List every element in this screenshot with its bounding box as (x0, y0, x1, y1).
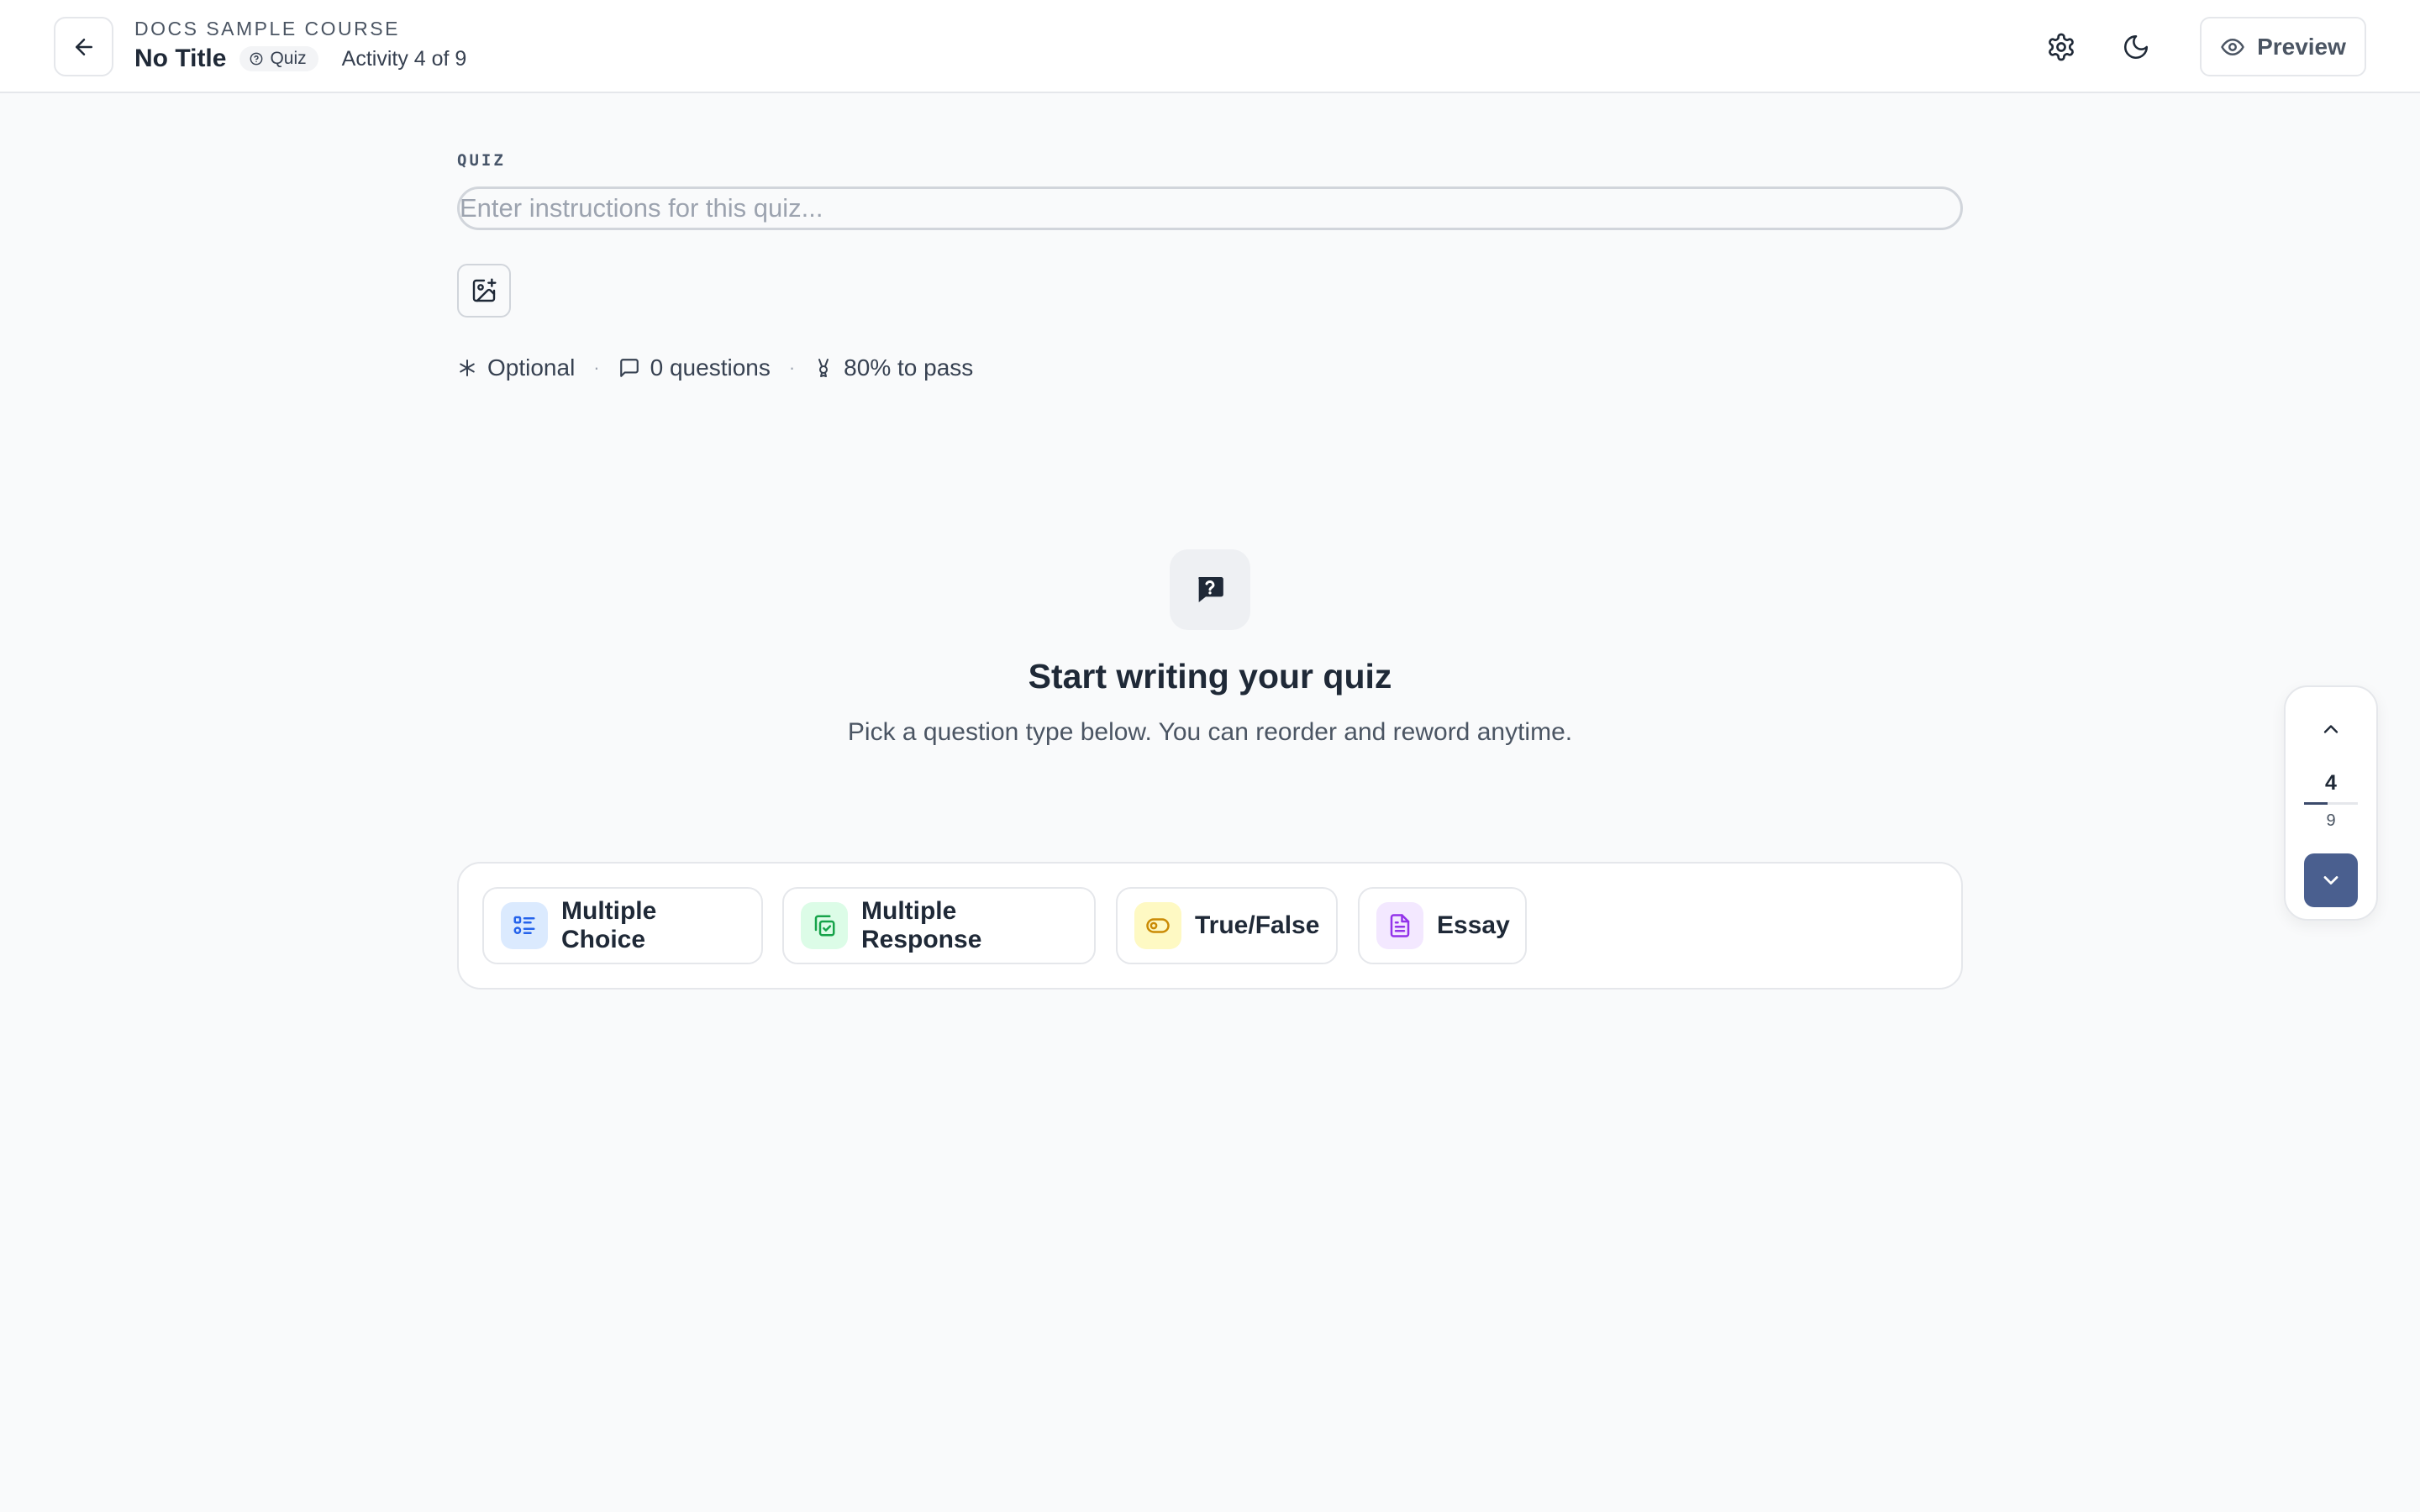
separator-dot: · (593, 357, 600, 378)
message-square-icon (619, 359, 639, 377)
previous-activity-button[interactable] (2304, 702, 2358, 756)
true-false-label: True/False (1195, 911, 1320, 939)
true-false-button[interactable]: True/False (1116, 887, 1338, 964)
next-activity-button[interactable] (2304, 853, 2358, 907)
settings-button[interactable] (2038, 24, 2085, 71)
quiz-instructions-input[interactable] (457, 186, 1963, 230)
question-count: 0 questions (618, 354, 771, 381)
chevron-down-icon (2323, 876, 2338, 885)
current-activity-number: 4 (2325, 771, 2337, 795)
asterisk-icon (460, 360, 475, 376)
arrow-left-icon (75, 38, 92, 55)
page-title: No Title (134, 45, 227, 72)
section-label: QUIZ (457, 151, 506, 170)
preview-label: Preview (2257, 33, 2346, 60)
activity-position: Activity 4 of 9 (341, 46, 467, 71)
title-row: No Title Quiz Activity 4 of 9 (134, 42, 466, 76)
optional-toggle[interactable]: Optional (457, 354, 575, 381)
activity-progress-track (2304, 802, 2358, 805)
preview-button[interactable]: Preview (2200, 17, 2366, 76)
document-icon (1376, 902, 1423, 949)
separator-dot: · (788, 357, 796, 378)
essay-button[interactable]: Essay (1358, 887, 1527, 964)
moon-icon (2123, 34, 2149, 60)
multiple-choice-label: Multiple Choice (561, 897, 657, 953)
empty-state-subtitle: Pick a question type below. You can reor… (847, 718, 1573, 746)
course-name: DOCS SAMPLE COURSE (134, 18, 400, 39)
copy-check-icon (801, 902, 848, 949)
activity-type-label: Quiz (270, 49, 307, 68)
eye-icon (2221, 38, 2244, 55)
chevron-up-icon (2323, 725, 2338, 733)
gear-icon (2049, 33, 2074, 61)
multiple-response-label: Multiple Response (861, 897, 982, 953)
message-question-icon (1198, 577, 1223, 602)
quiz-meta: Optional · 0 questions · 80% to pass (457, 351, 973, 385)
essay-label: Essay (1437, 911, 1510, 939)
empty-state-title: Start writing your quiz (1028, 657, 1392, 696)
award-icon (818, 359, 829, 377)
optional-label: Optional (487, 354, 576, 381)
question-circle-icon (250, 52, 263, 66)
quiz-empty-icon (1170, 549, 1250, 630)
toggle-icon (1134, 902, 1181, 949)
activity-progress-fill (2304, 802, 2328, 805)
activity-type-badge: Quiz (239, 46, 318, 71)
pass-threshold-label: 80% to pass (844, 354, 974, 381)
add-image-button[interactable] (457, 264, 511, 318)
dark-mode-toggle[interactable] (2112, 24, 2160, 71)
pass-threshold[interactable]: 80% to pass (813, 354, 973, 381)
image-plus-icon (472, 278, 497, 302)
list-icon (501, 902, 548, 949)
back-button[interactable] (54, 17, 113, 76)
multiple-choice-button[interactable]: Multiple Choice (482, 887, 763, 964)
total-activity-count: 9 (2326, 811, 2336, 830)
top-bar: DOCS SAMPLE COURSE No Title Quiz Activit… (0, 0, 2420, 93)
question-count-label: 0 questions (650, 354, 771, 381)
multiple-response-button[interactable]: Multiple Response (782, 887, 1096, 964)
